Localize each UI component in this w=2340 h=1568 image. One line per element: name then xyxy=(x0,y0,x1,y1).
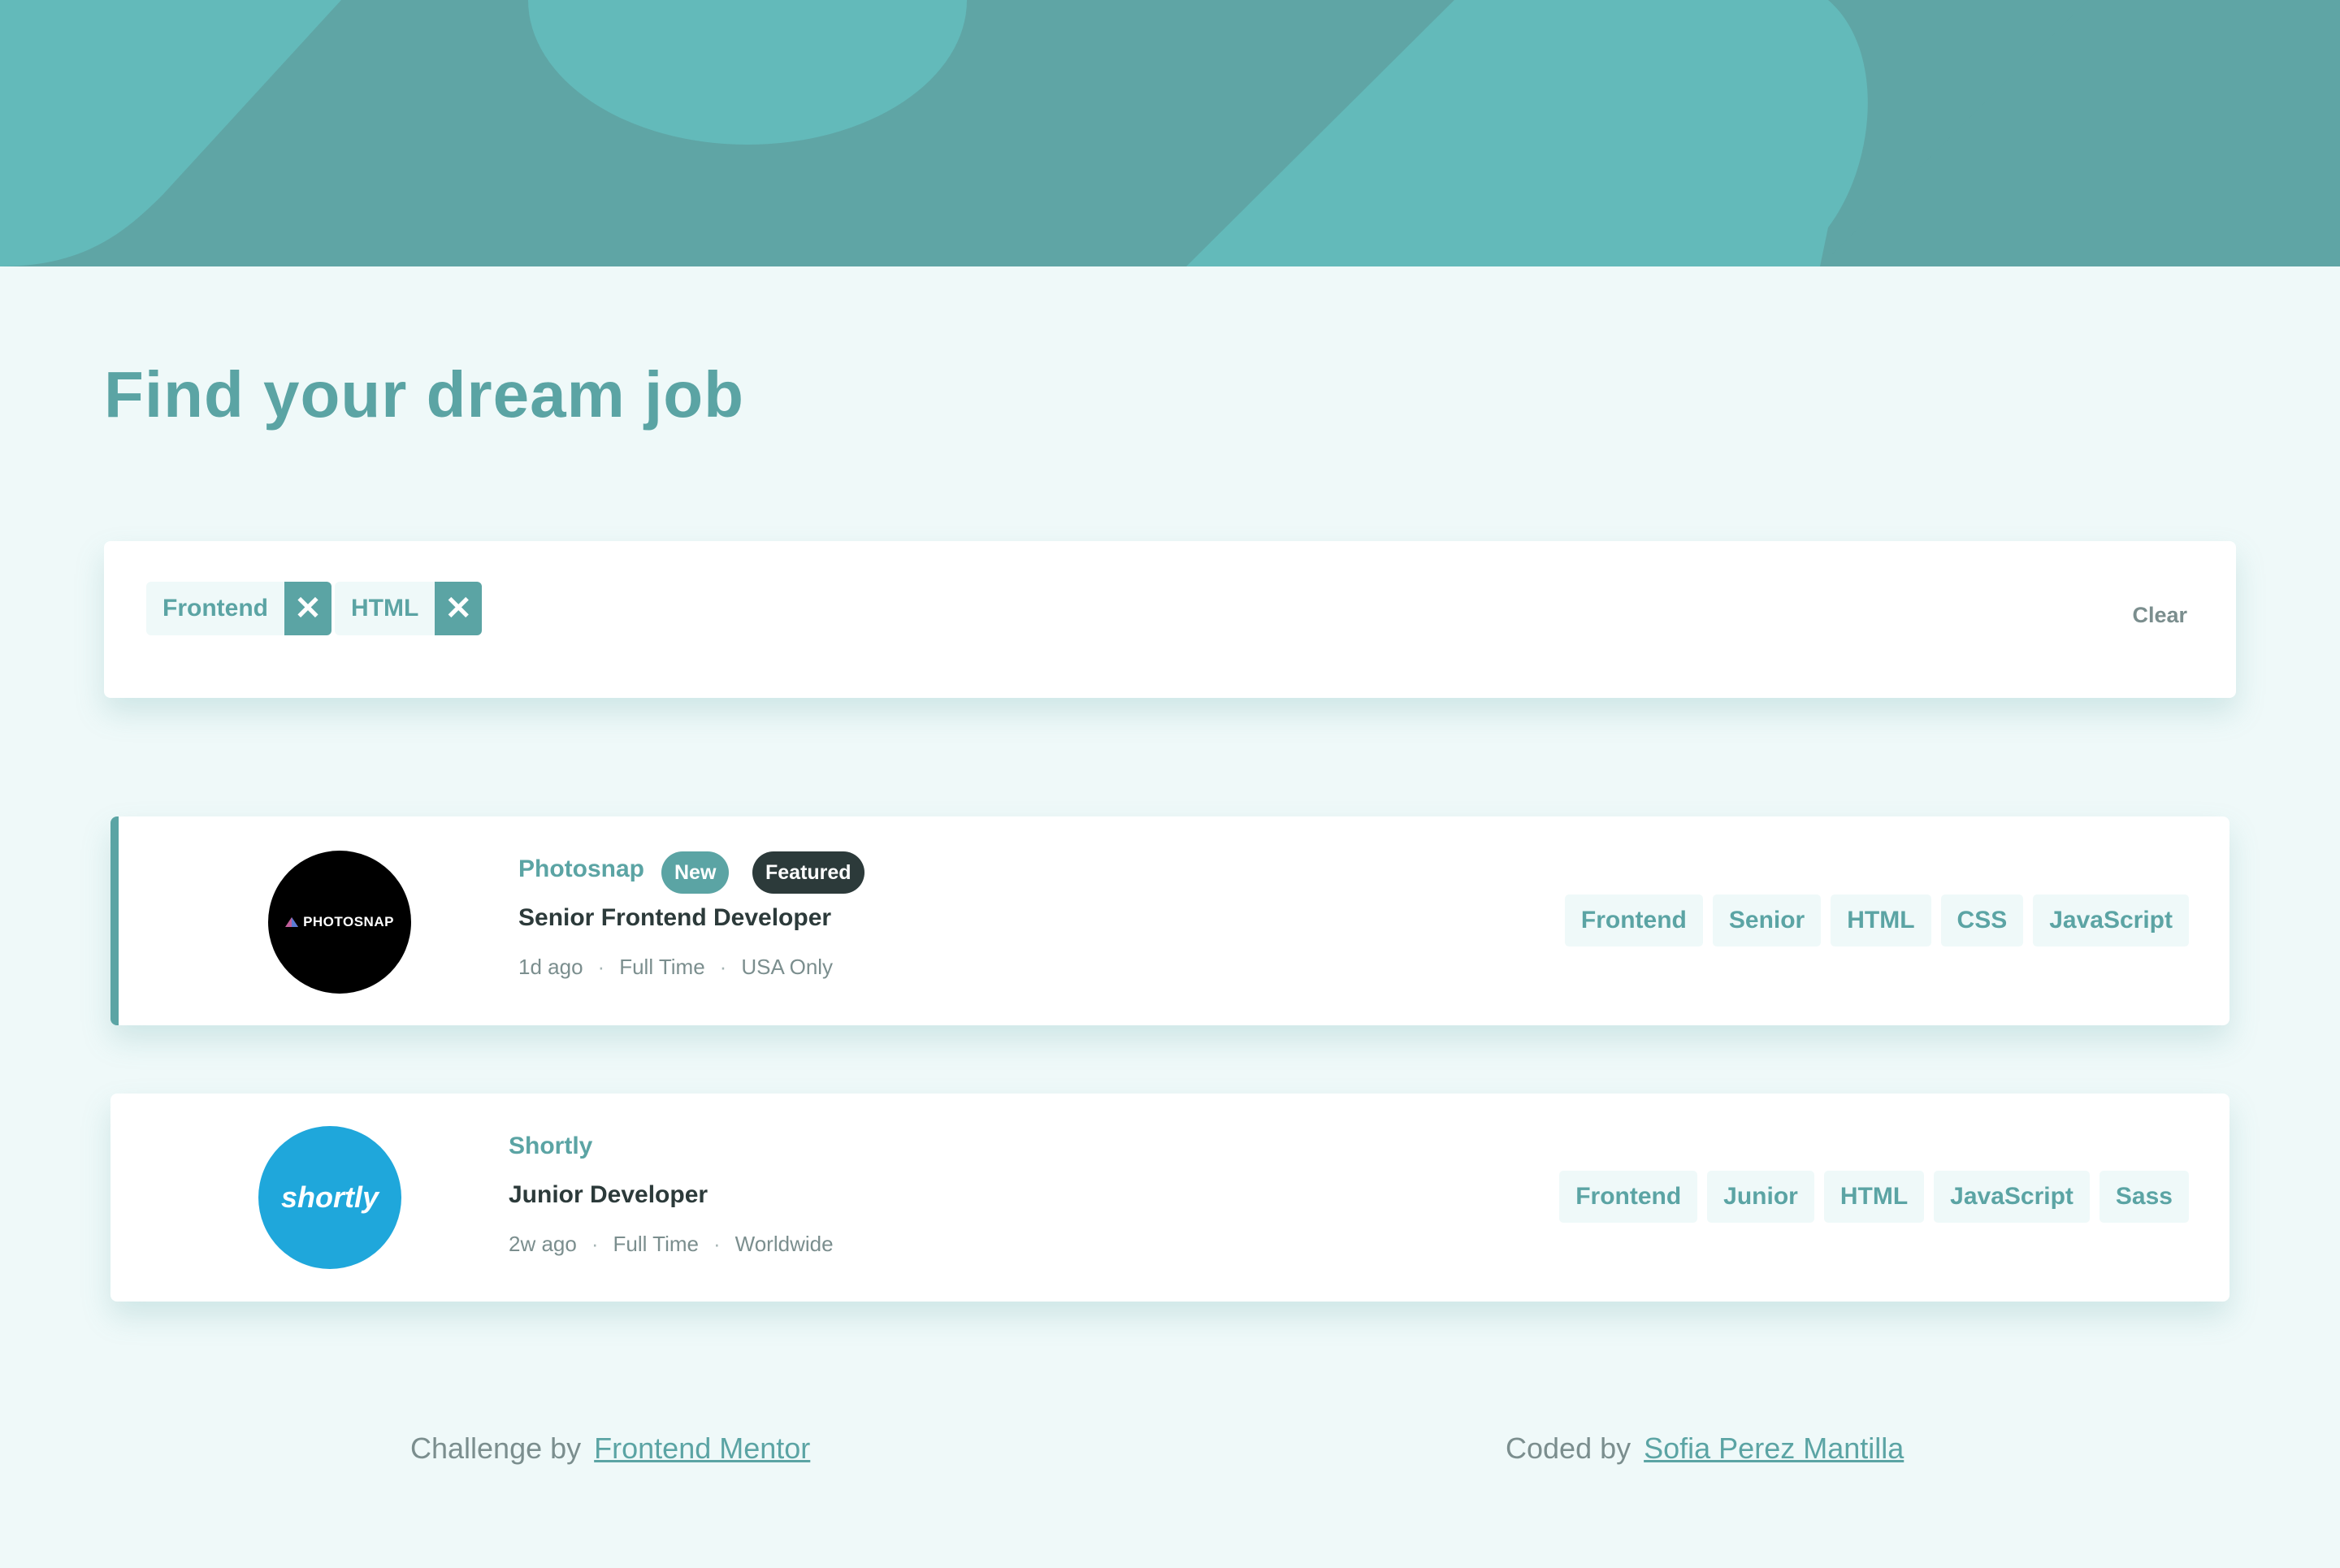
logo-text: PHOTOSNAP xyxy=(303,914,394,929)
separator-dot: · xyxy=(597,955,605,979)
job-position[interactable]: Junior Developer xyxy=(509,1181,708,1209)
challenge-attribution: Challenge by Frontend Mentor xyxy=(410,1432,810,1466)
close-icon[interactable]: ✕ xyxy=(284,582,332,635)
coded-prefix: Coded by xyxy=(1506,1432,1632,1465)
company-logo: PHOTOSNAP xyxy=(268,851,411,994)
banner-pattern xyxy=(0,0,2340,266)
tag[interactable]: JavaScript xyxy=(1934,1171,2090,1223)
shortly-logo: shortly xyxy=(280,1180,379,1214)
tag[interactable]: Senior xyxy=(1712,894,1822,946)
filter-bar: Frontend ✕ HTML ✕ Clear xyxy=(104,541,2236,698)
header-banner xyxy=(0,0,2340,266)
job-meta: 2w ago · Full Time · Worldwide xyxy=(509,1232,834,1257)
separator-dot: · xyxy=(713,1232,721,1256)
author-link[interactable]: Sofia Perez Mantilla xyxy=(1644,1432,1904,1466)
job-tags: Frontend Junior HTML JavaScript Sass xyxy=(1559,1171,2189,1223)
contract-type: Full Time xyxy=(619,955,705,979)
job-location: USA Only xyxy=(741,955,834,979)
tag[interactable]: Sass xyxy=(2099,1171,2189,1223)
filter-chip-label: Frontend xyxy=(146,582,284,635)
frontend-mentor-link[interactable]: Frontend Mentor xyxy=(594,1432,810,1466)
job-card-photosnap: PHOTOSNAP Photosnap New Featured Senior … xyxy=(110,816,2230,1025)
tag[interactable]: CSS xyxy=(1940,894,2024,946)
company-logo: shortly xyxy=(258,1126,401,1269)
page-title: Find your dream job xyxy=(104,358,744,431)
triangle-icon xyxy=(285,917,299,927)
job-location: Worldwide xyxy=(734,1232,834,1256)
separator-dot: · xyxy=(719,955,727,979)
tag[interactable]: HTML xyxy=(1831,894,1931,946)
clear-button[interactable]: Clear xyxy=(2132,603,2187,628)
posted-time: 2w ago xyxy=(509,1232,577,1256)
new-badge: New xyxy=(661,851,730,894)
separator-dot: · xyxy=(591,1232,599,1256)
tag[interactable]: JavaScript xyxy=(2033,894,2189,946)
close-icon[interactable]: ✕ xyxy=(435,582,483,635)
filter-chip-label: HTML xyxy=(335,582,436,635)
tag[interactable]: Frontend xyxy=(1564,894,1703,946)
tag[interactable]: HTML xyxy=(1823,1171,1925,1223)
coded-by-attribution: Coded by Sofia Perez Mantilla xyxy=(1506,1432,1904,1466)
company-name: Shortly xyxy=(509,1133,593,1159)
company-name: Photosnap xyxy=(518,855,644,882)
contract-type: Full Time xyxy=(613,1232,699,1256)
tag[interactable]: Frontend xyxy=(1559,1171,1698,1223)
job-tags: Frontend Senior HTML CSS JavaScript xyxy=(1564,894,2189,946)
posted-time: 1d ago xyxy=(518,955,583,979)
tag[interactable]: Junior xyxy=(1707,1171,1814,1223)
challenge-prefix: Challenge by xyxy=(410,1432,582,1465)
page: Find your dream job Frontend ✕ HTML ✕ Cl… xyxy=(0,0,2340,1568)
filter-chip-frontend: Frontend ✕ xyxy=(146,582,332,635)
job-card-shortly: shortly Shortly Junior Developer 2w ago … xyxy=(110,1094,2230,1302)
featured-badge: Featured xyxy=(752,851,864,894)
job-meta: 1d ago · Full Time · USA Only xyxy=(518,955,833,980)
photosnap-logo: PHOTOSNAP xyxy=(285,914,394,930)
filter-chip-html: HTML ✕ xyxy=(335,582,483,635)
job-position[interactable]: Senior Frontend Developer xyxy=(518,904,831,932)
